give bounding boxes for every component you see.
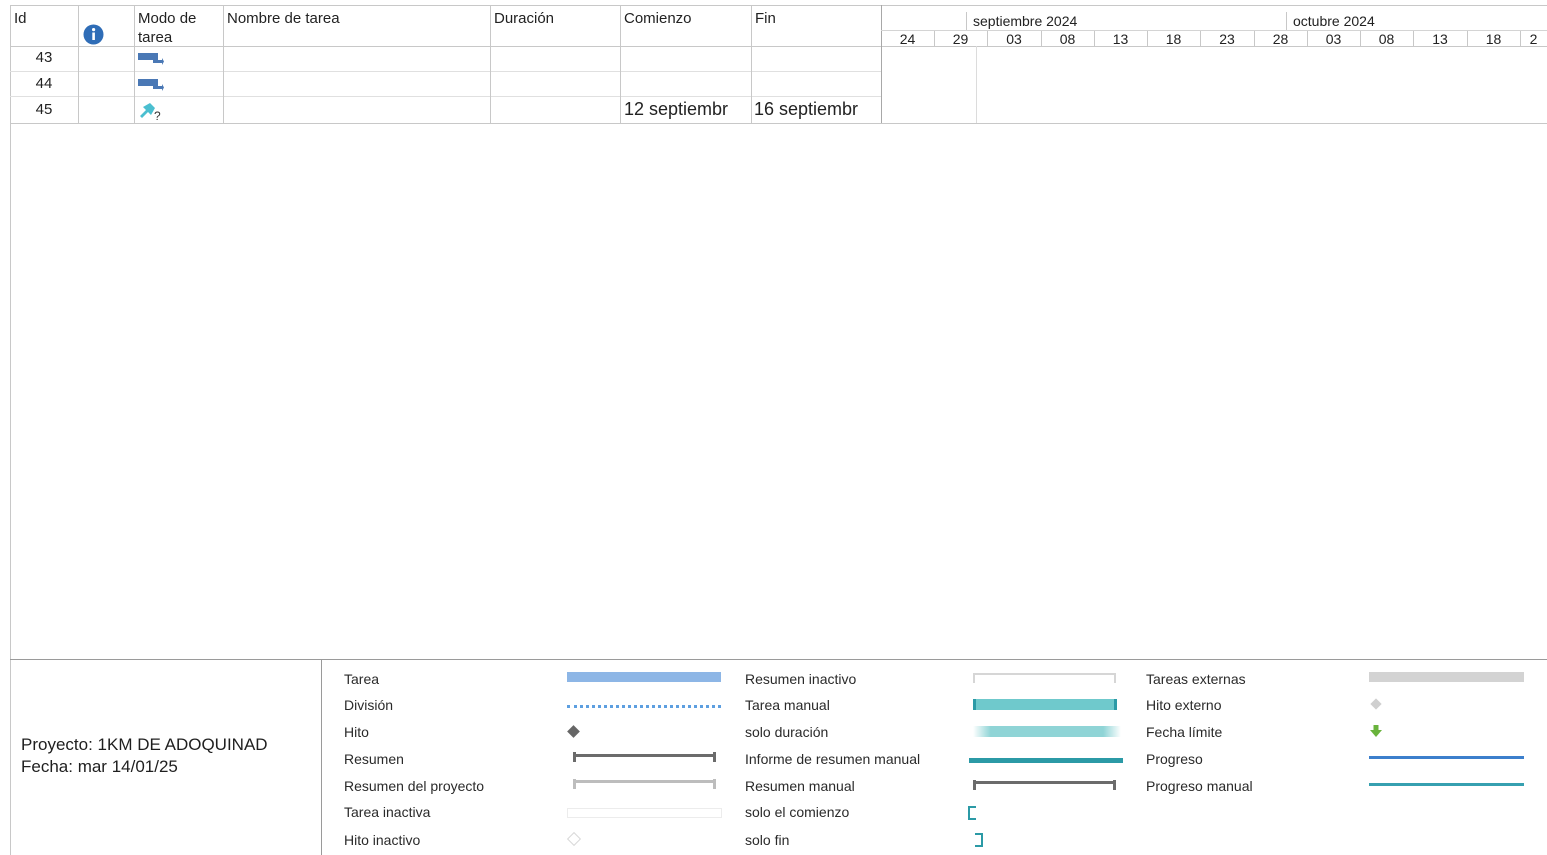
day-label: 08 <box>1378 31 1395 47</box>
day-label: 03 <box>1006 31 1022 47</box>
legend-label: Tarea inactiva <box>344 804 431 820</box>
day-label: 18 <box>1485 31 1502 47</box>
month-label: octubre 2024 <box>1293 13 1375 29</box>
inactive-milestone-icon <box>566 831 582 847</box>
day-label: 23 <box>1219 31 1235 47</box>
project-date: Fecha: mar 14/01/25 <box>21 757 178 776</box>
split-symbol <box>567 705 721 708</box>
day-label: 13 <box>1112 31 1129 47</box>
column-header-mode-line1[interactable]: Modo de <box>138 9 196 28</box>
legend-label: Progreso <box>1146 751 1203 767</box>
finish-only-bracket-icon <box>975 833 983 847</box>
row-id[interactable]: 44 <box>10 75 78 92</box>
day-label: 28 <box>1272 31 1289 47</box>
external-milestone-icon <box>1370 698 1382 710</box>
day-label: 18 <box>1165 31 1182 47</box>
column-header-name[interactable]: Nombre de tarea <box>227 9 340 28</box>
legend-label: Hito externo <box>1146 697 1222 713</box>
project-name: Proyecto: 1KM DE ADOQUINAD <box>21 735 268 754</box>
column-header-duration[interactable]: Duración <box>494 9 554 28</box>
manual-task-symbol <box>973 699 1117 710</box>
auto-scheduled-task-icon <box>138 51 164 67</box>
day-label: 08 <box>1059 31 1076 47</box>
svg-text:?: ? <box>154 109 161 121</box>
legend-label: Informe de resumen manual <box>745 751 921 767</box>
month-label: septiembre 2024 <box>973 13 1078 29</box>
duration-only-symbol <box>973 726 1121 737</box>
deadline-arrow-icon <box>1369 725 1383 738</box>
legend-label: Fecha límite <box>1146 724 1223 740</box>
finish-date-cell[interactable]: 16 septiembr <box>754 99 881 120</box>
legend-label: Tareas externas <box>1146 671 1246 687</box>
legend-label: Resumen <box>344 751 404 767</box>
manual-pin-task-icon: ? <box>137 99 165 123</box>
legend-label: Tarea manual <box>745 697 830 713</box>
row-id[interactable]: 43 <box>10 49 78 66</box>
legend-label: solo el comienzo <box>745 804 850 820</box>
legend-label: solo duración <box>745 724 829 740</box>
column-header-start[interactable]: Comienzo <box>624 9 692 28</box>
inactive-summary-symbol <box>973 673 1116 675</box>
legend-label: Tarea <box>344 671 380 687</box>
milestone-diamond-icon <box>567 725 580 738</box>
manual-summary-symbol <box>973 781 1116 784</box>
legend-label: Hito inactivo <box>344 832 421 848</box>
project-summary-symbol <box>573 780 715 783</box>
row-id[interactable]: 45 <box>10 101 78 118</box>
column-header-finish[interactable]: Fin <box>755 9 776 28</box>
start-date-cell[interactable]: 12 septiembr <box>624 99 750 120</box>
legend-label: Resumen inactivo <box>745 671 857 687</box>
column-header-id[interactable]: Id <box>14 9 27 28</box>
auto-scheduled-task-icon <box>138 77 164 93</box>
day-label: 2 <box>1529 31 1538 47</box>
start-only-bracket-icon <box>968 806 976 820</box>
external-task-symbol <box>1369 672 1524 682</box>
manual-summary-rollup-symbol <box>969 758 1123 763</box>
info-icon[interactable] <box>82 24 105 45</box>
legend-label: Progreso manual <box>1146 778 1253 794</box>
summary-bar-symbol <box>573 754 715 757</box>
day-label: 03 <box>1325 31 1342 47</box>
day-label: 29 <box>952 31 969 47</box>
legend-label: solo fin <box>745 832 790 848</box>
column-header-mode-line2[interactable]: tarea <box>138 28 172 47</box>
day-label: 24 <box>899 31 916 47</box>
inactive-task-symbol <box>567 808 722 818</box>
legend-label: Hito <box>344 724 369 740</box>
day-label: 13 <box>1432 31 1448 47</box>
progress-line-symbol <box>1369 756 1524 759</box>
legend-label: División <box>344 697 394 713</box>
legend-label: Resumen manual <box>745 778 855 794</box>
task-bar-symbol <box>567 672 721 682</box>
legend-label: Resumen del proyecto <box>344 778 485 794</box>
manual-progress-line-symbol <box>1369 783 1524 786</box>
